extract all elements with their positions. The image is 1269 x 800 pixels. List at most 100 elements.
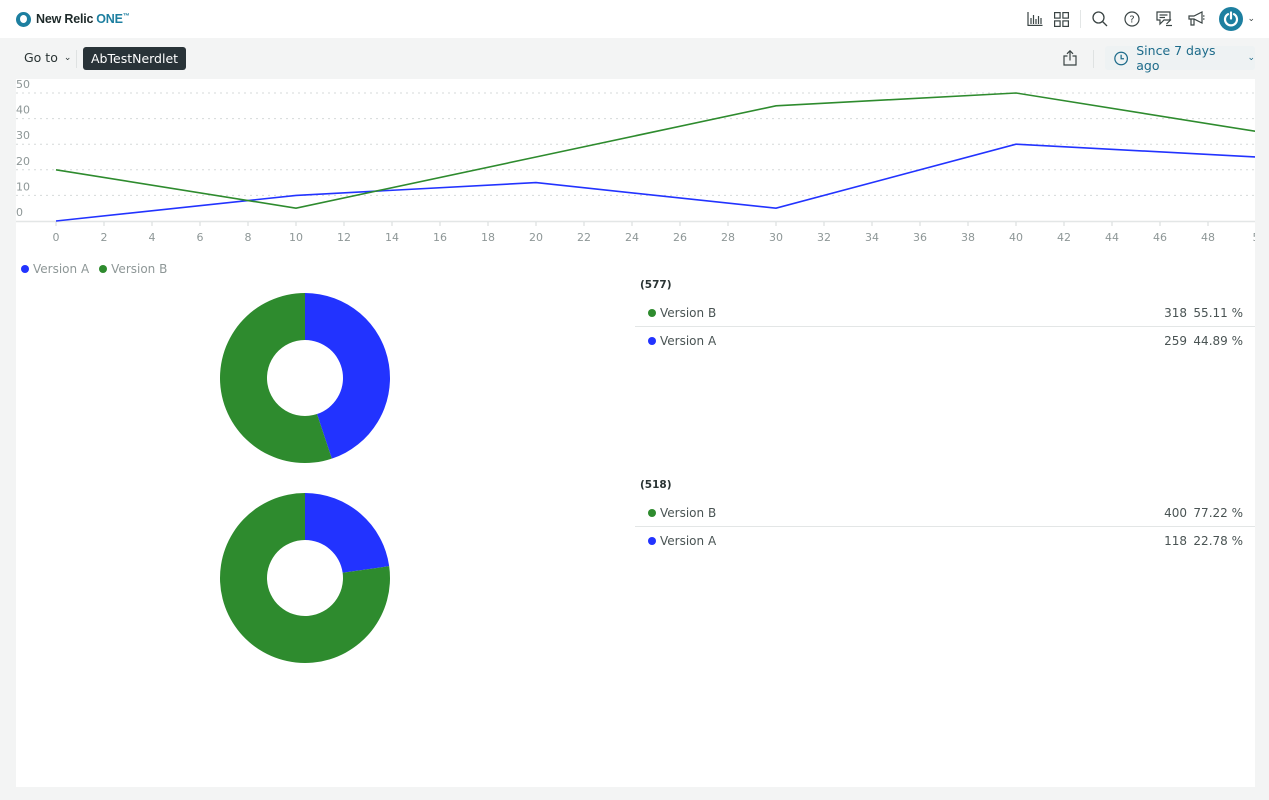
x-tick-label: 46 [1153,231,1167,244]
nerdlet-toolbar: Go to ⌄ AbTestNerdlet Since 7 days ago ⌄ [0,38,1269,78]
top-nav-actions: ? ⌄ [1024,0,1269,38]
y-tick-label: 10 [16,180,30,193]
x-tick-label: 12 [337,231,351,244]
series-dot [648,337,656,345]
x-tick-label: 48 [1201,231,1215,244]
x-tick-label: 26 [673,231,687,244]
x-tick-label: 22 [577,231,591,244]
table-row[interactable]: Version A 118 22.78 % [635,527,1255,555]
x-tick-label: 40 [1009,231,1023,244]
x-tick-label: 38 [961,231,975,244]
y-tick-label: 30 [16,129,30,142]
divider [1093,50,1094,68]
legend-label: Version A [33,262,90,276]
search-icon[interactable] [1089,8,1111,30]
share-button[interactable] [1060,48,1080,68]
table-row[interactable]: Version B 400 77.22 % [635,499,1255,527]
time-picker[interactable]: Since 7 days ago ⌄ [1105,43,1255,73]
megaphone-icon[interactable] [1185,8,1207,30]
x-tick-label: 5 [1253,231,1256,244]
nerdlet-content: 0 10 20 30 40 50 0 2 4 6 8 10 12 14 16 18 20 22 24 26 28 30 32… [16,79,1255,787]
x-tick-label: 14 [385,231,399,244]
user-avatar-icon[interactable] [1219,7,1244,31]
chevron-down-icon: ⌄ [1247,53,1255,63]
row-count: 259 [1164,334,1187,348]
row-count: 400 [1164,505,1187,520]
x-tick-label: 2 [101,231,108,244]
pie-table-2: (518) Version B 400 77.22 % Version A 11… [635,479,1255,555]
legend-item-version-a[interactable]: Version A [21,262,89,276]
chevron-down-icon: ⌄ [63,52,72,63]
x-tick-label: 16 [433,231,447,244]
brand-name: New Relic [36,12,94,26]
line-chart-legend: Version A Version B [21,262,177,276]
new-relic-logo[interactable]: New Relic ONE™ [16,10,130,28]
row-percent: 22.78 % [1193,534,1243,548]
x-tick-label: 28 [721,231,735,244]
x-tick-label: 30 [769,231,783,244]
donut-slice-version-a[interactable] [305,493,390,573]
series-dot [648,537,656,545]
legend-dot [21,265,29,273]
x-tick-label: 42 [1057,231,1071,244]
x-tick-label: 8 [245,231,252,244]
x-tick-label: 10 [289,231,303,244]
donut-chart-2 [220,493,390,663]
go-to-menu-button[interactable]: Go to ⌄ [24,50,71,65]
clock-icon [1114,51,1129,65]
table-row[interactable]: Version B 318 55.11 % [635,299,1255,327]
donut-chart-1 [220,293,391,463]
apps-grid-icon[interactable] [1050,8,1072,30]
nerdlet-breadcrumb[interactable]: AbTestNerdlet [83,47,187,70]
series-line-version-a[interactable] [55,143,1255,222]
x-tick-label: 44 [1105,231,1119,244]
pie-table-1: (577) Version B 318 55.11 % Version A 25… [635,279,1255,355]
row-percent: 55.11 % [1193,305,1243,320]
account-menu-chevron-icon[interactable]: ⌄ [1247,14,1255,24]
x-tick-label: 34 [865,231,879,244]
row-label: Version A [660,534,717,548]
time-picker-label: Since 7 days ago [1136,43,1216,73]
legend-item-version-b[interactable]: Version B [99,262,167,276]
series-dot [648,508,656,517]
share-icon [1063,50,1077,66]
divider [1080,10,1082,28]
series-line-version-b[interactable] [55,92,1255,210]
x-tick-label: 6 [197,231,204,244]
y-tick-label: 0 [16,206,23,219]
x-tick-label: 32 [817,231,831,244]
brand-tm: ™ [122,12,130,20]
logo-text: New Relic ONE™ [36,12,130,26]
table-row[interactable]: Version A 259 44.89 % [635,327,1255,355]
series-dot [648,308,656,317]
pie-table-title: (518) [640,479,672,491]
line-chart: 010203040500 2 4 6 8 10 12 14 16 18 20 22 24 26 28 30 32… [16,79,1256,244]
x-tick-label: 0 [53,231,60,244]
row-percent: 77.22 % [1193,505,1243,520]
svg-text:?: ? [1130,15,1135,26]
bar-chart-icon[interactable] [1024,8,1046,30]
y-tick-label: 40 [16,104,30,117]
legend-label: Version B [111,262,168,276]
row-label: Version B [660,305,717,320]
row-percent: 44.89 % [1193,334,1243,348]
new-relic-logo-icon [16,11,31,27]
divider [76,50,77,68]
top-nav-bar: New Relic ONE™ ? ⌄ [0,0,1269,38]
help-icon[interactable]: ? [1121,8,1143,30]
y-tick-label: 50 [16,79,30,91]
legend-dot [99,265,108,273]
go-to-label: Go to [24,50,58,65]
brand-one: ONE [96,12,123,26]
row-label: Version B [660,505,717,520]
x-tick-label: 4 [149,231,156,244]
row-count: 318 [1164,305,1187,320]
row-count: 118 [1164,534,1187,548]
x-tick-label: 36 [913,231,927,244]
x-tick-label: 20 [529,231,543,244]
feedback-icon[interactable] [1153,8,1175,30]
x-tick-label: 18 [481,231,495,244]
pie-table-title: (577) [640,279,672,291]
x-tick-label: 24 [625,231,639,244]
row-label: Version A [660,334,717,348]
